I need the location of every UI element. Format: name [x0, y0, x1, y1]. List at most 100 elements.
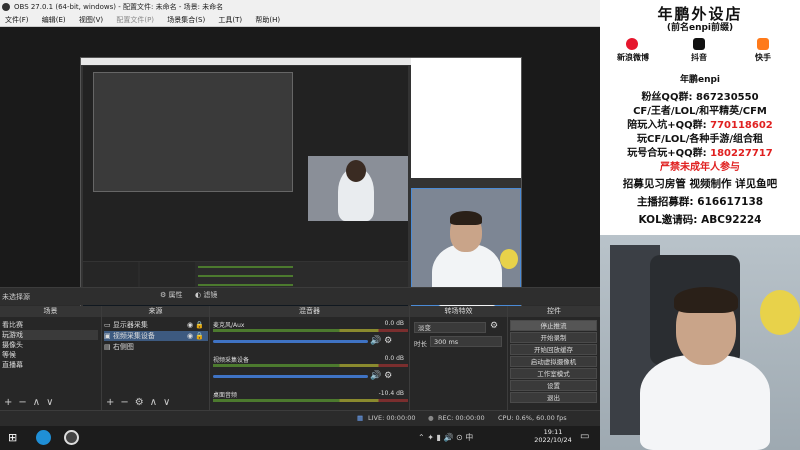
- mixer-channel-name: 麦克风/Aux: [213, 322, 245, 329]
- filters-button[interactable]: ◐ 滤镜: [195, 290, 217, 300]
- speaker-icon[interactable]: 🔊 ⚙: [370, 336, 392, 346]
- banner-line: 玩号合玩+QQ群: 180227717: [627, 148, 773, 159]
- banner-line: 陪玩入坑+QQ群: 770118602: [627, 120, 773, 131]
- exit-button[interactable]: 退出: [510, 392, 597, 403]
- mixer-channel-db: -10.4 dB: [378, 390, 404, 397]
- kuaishou-icon: [757, 38, 769, 50]
- controls-title: 控件: [508, 306, 600, 317]
- scenes-title: 场景: [0, 306, 101, 317]
- virtual-camera-button[interactable]: 启动虚拟摄像机: [510, 356, 597, 367]
- volume-meter: [213, 364, 408, 367]
- menu-tools[interactable]: 工具(T): [218, 16, 242, 24]
- banner-subtitle: (前名enpi前缀): [666, 23, 734, 33]
- source-item[interactable]: ▭ 显示器采集 ◉ 🔒: [104, 320, 208, 330]
- menu-bar: 文件(F) 编辑(E) 视图(V) 配置文件(P) 场景集合(S) 工具(T) …: [0, 14, 600, 27]
- mixer-channel-name: 视频采集设备: [213, 357, 250, 364]
- sources-title: 来源: [102, 306, 209, 317]
- monitor-icon: ▭: [104, 321, 113, 329]
- start-recording-button[interactable]: 开始录制: [510, 332, 597, 343]
- banner-line: 主播招募群: 616617138: [636, 196, 764, 208]
- transitions-title: 转场特效: [410, 306, 507, 317]
- menu-file[interactable]: 文件(F): [5, 16, 29, 24]
- transition-select[interactable]: 淡变: [414, 322, 486, 333]
- banner-handle: 年鹏enpi: [679, 75, 721, 85]
- scene-item[interactable]: 玩游戏: [2, 330, 98, 340]
- source-item[interactable]: ▣ 视频采集设备 ◉ 🔒: [104, 331, 208, 341]
- controls-dock: 控件 停止推流 开始录制 开始回放缓存 启动虚拟摄像机 工作室模式 设置 退出: [508, 306, 600, 410]
- nested-recursive-capture: [93, 72, 293, 192]
- menu-view[interactable]: 视图(V): [79, 16, 103, 24]
- replay-buffer-button[interactable]: 开始回放缓存: [510, 344, 597, 355]
- source-item[interactable]: ▤ 右侧图: [104, 342, 208, 352]
- clock[interactable]: 19:11 2022/10/24: [530, 428, 576, 444]
- weibo-icon: [626, 38, 638, 50]
- title-bar: OBS 27.0.1 (64-bit, windows) - 配置文件: 未命名…: [0, 0, 600, 14]
- scene-item[interactable]: 摄像头: [2, 340, 23, 350]
- scene-item[interactable]: 直播幕: [2, 360, 23, 370]
- windows-start-icon[interactable]: ⊞: [8, 431, 17, 444]
- window-title: OBS 27.0.1 (64-bit, windows) - 配置文件: 未命名…: [14, 3, 224, 11]
- camera-icon: ▣: [104, 332, 113, 340]
- duration-label: 时长: [414, 340, 427, 348]
- obs-logo-icon: [2, 3, 10, 11]
- menu-scene-collection[interactable]: 场景集合(S): [167, 16, 205, 24]
- speaker-icon[interactable]: 🔊 ⚙: [370, 371, 392, 381]
- studio-mode-button[interactable]: 工作室模式: [510, 368, 597, 379]
- webcam-feed: [600, 235, 800, 450]
- mixer-channel-name: 桌面音频: [213, 392, 238, 399]
- sources-dock: 来源 ▭ 显示器采集 ◉ 🔒 ▣ 视频采集设备 ◉ 🔒 ▤ 右侧图 +−⚙∧∨: [102, 306, 210, 410]
- cpu-fps: CPU: 0.6%, 60.00 fps: [498, 414, 567, 422]
- nested-banner: [411, 58, 521, 178]
- live-indicator-icon: ▦: [357, 414, 364, 422]
- source-toolbar: 未选择源 ⚙ 属性 ◐ 滤镜: [0, 287, 600, 305]
- preview-canvas[interactable]: [0, 27, 600, 307]
- gear-icon[interactable]: ⚙: [490, 321, 498, 331]
- banner-warning: 严禁未成年人参与: [660, 162, 740, 173]
- obs-taskbar-icon[interactable]: [64, 430, 79, 445]
- mixer-title: 混音器: [210, 306, 409, 317]
- volume-fader[interactable]: [213, 375, 368, 378]
- menu-edit[interactable]: 编辑(E): [42, 16, 66, 24]
- banner-line: CF/王者/LOL/和平精英/CFM: [633, 106, 767, 117]
- sources-toolbar[interactable]: +−⚙∧∨: [102, 396, 209, 410]
- volume-fader[interactable]: [213, 340, 368, 343]
- banner-line: 玩CF/LOL/各种手游/组合租: [636, 134, 763, 145]
- system-tray-icons[interactable]: ⌃ ✦ ▮ 🔊 ⊙ 中: [418, 432, 473, 443]
- status-bar: ▦ LIVE: 00:00:00 ● REC: 00:00:00 CPU: 0.…: [0, 410, 600, 426]
- scenes-dock: 场景 看比赛 玩游戏 摄像头 等候 直播幕 +−∧∨: [0, 306, 102, 410]
- transitions-dock: 转场特效 淡变 ⚙ 时长 300 ms: [410, 306, 508, 410]
- menu-profile[interactable]: 配置文件(P): [116, 16, 154, 24]
- properties-button[interactable]: ⚙ 属性: [160, 290, 183, 300]
- promo-banner: 年鹏外设店 (前名enpi前缀) 新浪微博 抖音 快手 年鹏enpi 粉丝QQ群…: [600, 0, 800, 235]
- edge-browser-icon[interactable]: [36, 430, 51, 445]
- banner-recruit: 招募见习房管 视频制作 详见鱼吧: [622, 178, 778, 190]
- social-weibo: 新浪微博: [617, 53, 649, 62]
- scene-item[interactable]: 看比赛: [2, 320, 23, 330]
- volume-meter: [213, 329, 408, 332]
- person-shirt: [640, 355, 770, 450]
- notification-icon[interactable]: ▭: [580, 431, 589, 442]
- volume-meter: [213, 399, 408, 402]
- mixer-channel-db: 0.0 dB: [384, 320, 404, 327]
- stop-streaming-button[interactable]: 停止推流: [510, 320, 597, 331]
- obs-window: OBS 27.0.1 (64-bit, windows) - 配置文件: 未命名…: [0, 0, 600, 450]
- settings-button[interactable]: 设置: [510, 380, 597, 391]
- mixer-dock: 混音器 麦克风/Aux 0.0 dB 🔊 ⚙ 视频采集设备 0.0 dB 🔊 ⚙…: [210, 306, 410, 410]
- nested-preview: [83, 66, 408, 261]
- eye-icon[interactable]: ◉ 🔒: [187, 331, 204, 341]
- mixer-channel-db: 0.0 dB: [384, 355, 404, 362]
- scenes-toolbar[interactable]: +−∧∨: [0, 396, 101, 410]
- no-source-label: 未选择源: [2, 293, 30, 301]
- image-icon: ▤: [104, 343, 113, 351]
- live-timer: LIVE: 00:00:00: [368, 414, 416, 422]
- banner-line: 粉丝QQ群: 867230550: [641, 92, 759, 103]
- eye-icon[interactable]: ◉ 🔒: [187, 320, 204, 330]
- scene-item[interactable]: 等候: [2, 350, 16, 360]
- rec-indicator-icon: ●: [428, 414, 434, 422]
- windows-taskbar: ⊞ ⌃ ✦ ▮ 🔊 ⊙ 中 19:11 2022/10/24 ▭: [0, 426, 600, 450]
- duration-input[interactable]: 300 ms: [430, 336, 502, 347]
- menu-help[interactable]: 帮助(H): [255, 16, 280, 24]
- banner-line: KOL邀请码: ABC92224: [638, 214, 762, 226]
- rec-timer: REC: 00:00:00: [438, 414, 485, 422]
- nested-docks: [83, 262, 408, 290]
